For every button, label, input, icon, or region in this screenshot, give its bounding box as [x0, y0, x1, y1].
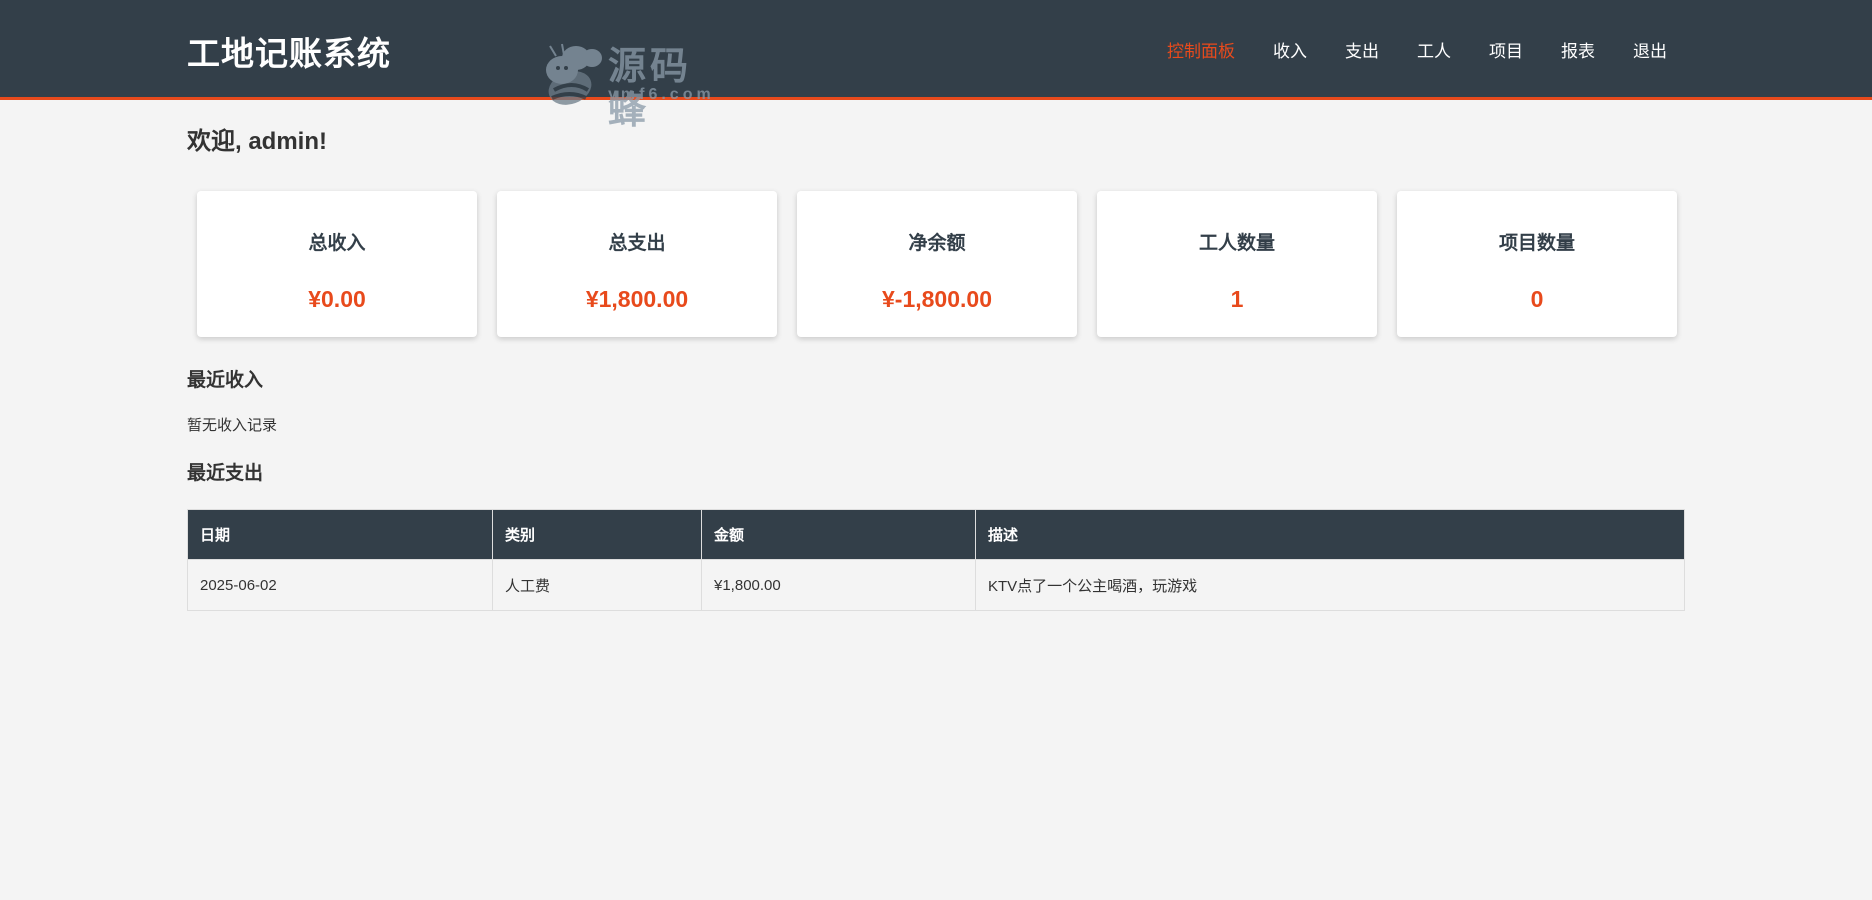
nav-item-workers[interactable]: 工人 — [1417, 40, 1451, 64]
nav-item-expense[interactable]: 支出 — [1345, 40, 1379, 64]
stat-label: 总收入 — [308, 233, 366, 254]
column-header-date: 日期 — [187, 509, 493, 560]
cell-category: 人工费 — [492, 559, 702, 611]
app-title: 工地记账系统 — [187, 35, 391, 72]
stats-cards: 总收入 ¥0.00 总支出 ¥1,800.00 净余额 ¥-1,800.00 工… — [197, 191, 1697, 337]
stat-card-project-count: 项目数量 0 — [1397, 191, 1677, 337]
table-row: 2025-06-02 人工费 ¥1,800.00 KTV点了一个公主喝酒，玩游戏 — [187, 559, 1685, 611]
stat-value: 1 — [1230, 286, 1244, 312]
stat-value: ¥0.00 — [308, 286, 366, 312]
stat-value: 0 — [1530, 286, 1544, 312]
nav-item-income[interactable]: 收入 — [1273, 40, 1307, 64]
cell-description: KTV点了一个公主喝酒，玩游戏 — [975, 559, 1685, 611]
nav-item-dashboard[interactable]: 控制面板 — [1167, 40, 1235, 64]
stat-label: 净余额 — [908, 233, 966, 254]
cell-date: 2025-06-02 — [187, 559, 493, 611]
column-header-amount: 金额 — [701, 509, 976, 560]
nav-item-reports[interactable]: 报表 — [1561, 40, 1595, 64]
recent-income-title: 最近收入 — [187, 370, 264, 391]
recent-expense-title: 最近支出 — [187, 463, 264, 484]
stat-label: 工人数量 — [1198, 233, 1275, 254]
stat-card-worker-count: 工人数量 1 — [1097, 191, 1377, 337]
stat-value: ¥1,800.00 — [585, 286, 689, 312]
recent-expense-table: 日期 类别 金额 描述 2025-06-02 人工费 ¥1,800.00 KTV… — [187, 509, 1685, 611]
top-navbar: 工地记账系统 源码蜂 ymf6.com 控制面板 收入 支出 工人 项目 报表 … — [0, 0, 1872, 132]
watermark-subtext: ymf6.com — [608, 86, 715, 103]
recent-income-empty-text: 暂无收入记录 — [187, 417, 278, 434]
stat-card-total-income: 总收入 ¥0.00 — [197, 191, 477, 337]
cell-amount: ¥1,800.00 — [701, 559, 976, 611]
bee-icon — [546, 43, 602, 105]
stat-label: 项目数量 — [1498, 233, 1575, 254]
stat-value: ¥-1,800.00 — [882, 286, 992, 312]
column-header-description: 描述 — [975, 509, 1685, 560]
stat-label: 总支出 — [608, 233, 666, 254]
welcome-heading: 欢迎, admin! — [187, 128, 328, 155]
table-header-row: 日期 类别 金额 描述 — [187, 509, 1685, 560]
nav-item-projects[interactable]: 项目 — [1489, 40, 1523, 64]
stat-card-net-balance: 净余额 ¥-1,800.00 — [797, 191, 1077, 337]
nav-item-logout[interactable]: 退出 — [1633, 40, 1667, 64]
stat-card-total-expense: 总支出 ¥1,800.00 — [497, 191, 777, 337]
column-header-category: 类别 — [492, 509, 702, 560]
main-nav: 控制面板 收入 支出 工人 项目 报表 退出 — [1129, 40, 1667, 64]
watermark-logo: 源码蜂 ymf6.com — [532, 40, 732, 132]
